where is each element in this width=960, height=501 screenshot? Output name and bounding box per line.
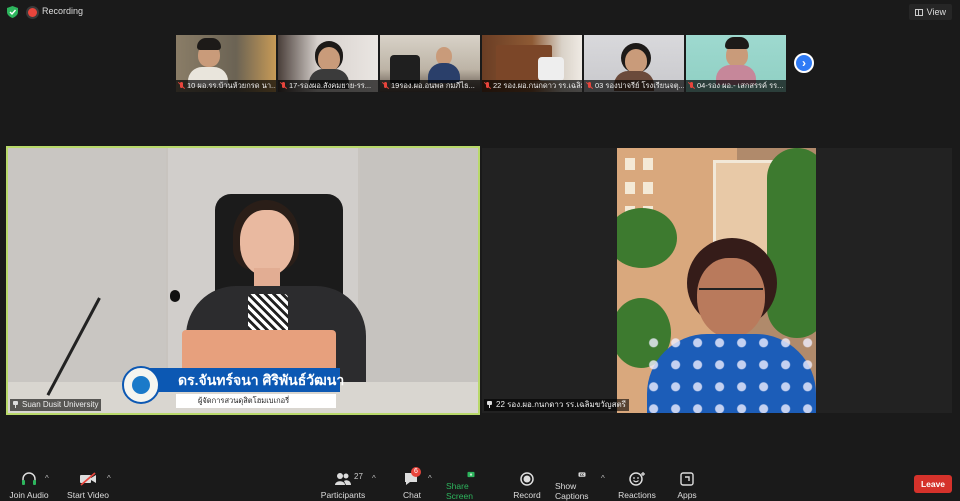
muted-mic-icon <box>178 82 185 89</box>
participant-thumbnail[interactable]: 03 รองปาจรีย์ โรงเรียนจตุ... <box>584 35 684 92</box>
video-tile-label: 22 รอง.ผอ.กนกดาว รร.เฉลิมขวัญสตรี <box>484 399 629 411</box>
participant-count: 27 <box>354 472 363 481</box>
microphone <box>170 290 180 302</box>
record-button[interactable]: Record <box>508 466 546 501</box>
show-captions-button[interactable]: CC Show Captions <box>555 466 609 501</box>
join-audio-button[interactable]: Join Audio <box>8 466 50 501</box>
participant-thumbnail[interactable]: 04-รอง ผอ.- เสกสรรค์ รร... <box>686 35 786 92</box>
participant-shirt <box>647 334 816 413</box>
security-shield-icon[interactable] <box>7 6 18 18</box>
top-bar: Recording View <box>0 0 960 24</box>
view-label: View <box>926 7 946 17</box>
participants-icon-wrap: 27 <box>334 471 363 487</box>
captions-icon: CC <box>578 472 586 477</box>
chat-icon-wrap: 6 <box>403 467 421 487</box>
speaker-face <box>240 210 294 276</box>
reactions-button[interactable]: Reactions <box>618 466 656 501</box>
share-screen-button[interactable]: Share Screen <box>446 466 496 501</box>
muted-mic-icon <box>484 82 491 89</box>
participant-video-feed <box>617 148 816 413</box>
participant-thumbnail[interactable]: 10 ผอ.รร.บ้านห้วยกรด นา... <box>176 35 276 92</box>
captions-options-caret[interactable]: ^ <box>601 474 605 483</box>
participant-thumbnail[interactable]: 22 รอง.ผอ.กนกดาว รร.เฉลิมข... <box>482 35 582 92</box>
nameplate-name: ดร.จันทร์จนา ศิริพันธ์วัฒนา <box>132 368 344 392</box>
recording-label: Recording <box>42 6 84 16</box>
chevron-right-icon: › <box>802 56 806 70</box>
chat-options-caret[interactable]: ^ <box>428 474 432 483</box>
wall-panel <box>360 148 478 413</box>
thumbnail-label: 22 รอง.ผอ.กนกดาว รร.เฉลิมข... <box>482 80 582 92</box>
pin-icon <box>12 401 19 408</box>
share-screen-icon <box>467 471 475 478</box>
svg-text:CC: CC <box>580 473 585 477</box>
record-icon <box>520 472 534 486</box>
participant-glasses <box>699 288 763 302</box>
window <box>625 158 635 170</box>
muted-mic-icon <box>280 82 287 89</box>
muted-mic-icon <box>586 82 593 89</box>
participant-strip: 10 ผอ.รร.บ้านห้วยกรด นา... 17-รองผอ.สังค… <box>176 35 786 92</box>
muted-mic-icon <box>688 82 695 89</box>
chat-button[interactable]: 6 Chat <box>396 466 428 501</box>
participants-options-caret[interactable]: ^ <box>372 474 376 483</box>
view-button[interactable]: View <box>908 4 952 20</box>
name-plate: ดร.จันทร์จนา ศิริพันธ์วัฒนา ผู้จัดการสวน… <box>112 364 344 410</box>
muted-mic-icon <box>382 82 389 89</box>
headphones-icon <box>22 472 36 485</box>
university-logo <box>122 366 160 404</box>
plant <box>767 148 816 338</box>
nameplate-title: ผู้จัดการสวนดุสิตโฮมเบเกอรี่ <box>176 394 336 408</box>
next-page-button[interactable]: › <box>794 53 814 73</box>
leave-button[interactable]: Leave <box>914 475 952 493</box>
chat-unread-badge: 6 <box>411 467 421 477</box>
apps-button[interactable]: Apps <box>672 466 702 501</box>
window <box>625 182 635 194</box>
participant-thumbnail[interactable]: 17-รองผอ.สังคมยาย-รร... <box>278 35 378 92</box>
start-video-options-caret[interactable]: ^ <box>107 474 111 483</box>
recording-icon <box>28 8 37 17</box>
participant-thumbnail[interactable]: 19รอง.ผอ.อนพล กมภีไธ... <box>380 35 480 92</box>
participants-icon <box>335 473 351 485</box>
join-audio-options-caret[interactable]: ^ <box>45 474 49 483</box>
thumbnail-label: 19รอง.ผอ.อนพล กมภีไธ... <box>380 80 480 92</box>
start-video-button[interactable]: Start Video <box>64 466 112 501</box>
thumbnail-label: 17-รองผอ.สังคมยาย-รร... <box>278 80 378 92</box>
window <box>643 182 653 194</box>
grid-view-icon <box>914 8 923 16</box>
apps-icon <box>680 472 694 486</box>
speaker-blouse <box>248 294 288 334</box>
participant-video[interactable]: 22 รอง.ผอ.กนกดาว รร.เฉลิมขวัญสตรี <box>482 148 952 413</box>
meeting-toolbar: Join Audio ^ Start Video ^ 27 Participan… <box>0 466 960 501</box>
participants-button[interactable]: 27 Participants <box>320 466 366 501</box>
pin-icon <box>486 401 493 408</box>
thumbnail-label: 03 รองปาจรีย์ โรงเรียนจตุ... <box>584 80 684 92</box>
thumbnail-label: 10 ผอ.รร.บ้านห้วยกรด นา... <box>176 80 276 92</box>
active-speaker-video[interactable]: ดร.จันทร์จนา ศิริพันธ์วัฒนา ผู้จัดการสวน… <box>6 146 480 415</box>
smiley-icon <box>629 472 645 486</box>
thumbnail-label: 04-รอง ผอ.- เสกสรรค์ รร... <box>686 80 786 92</box>
video-off-icon <box>80 472 96 486</box>
window <box>643 158 653 170</box>
video-tile-label: Suan Dusit University <box>10 399 102 411</box>
